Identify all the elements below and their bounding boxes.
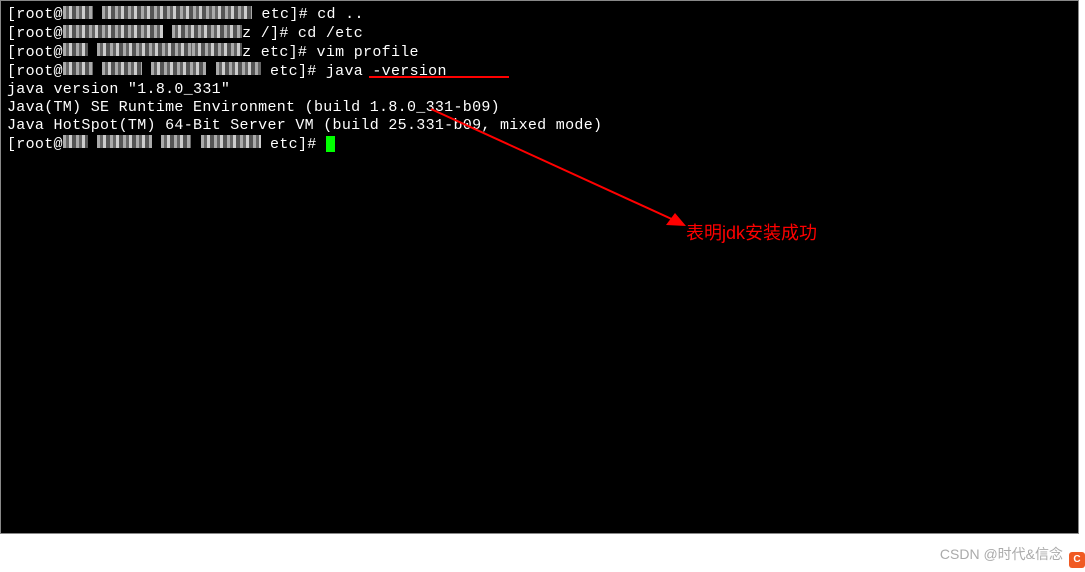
command-text: z etc]# vim profile — [242, 44, 419, 61]
prompt-text: [root@ — [7, 136, 63, 153]
command-text: z /]# cd /etc — [242, 25, 363, 42]
annotation-label: 表明jdk安装成功 — [686, 219, 817, 245]
command-text: etc]# cd .. — [252, 6, 364, 23]
cursor-icon — [326, 136, 335, 152]
terminal-line: [root@ etc]# cd .. — [1, 1, 1078, 24]
watermark-text: CSDN @时代&信念 — [940, 544, 1063, 564]
csdn-logo-icon: C — [1069, 552, 1085, 568]
terminal-line: [root@ z etc]# vim profile — [1, 43, 1078, 62]
terminal-line: [root@ etc]# java -version — [1, 62, 1078, 81]
terminal-output: Java(TM) SE Runtime Environment (build 1… — [1, 99, 1078, 117]
prompt-suffix: etc]# — [261, 136, 326, 153]
prompt-text: [root@ — [7, 6, 63, 23]
terminal-window[interactable]: [root@ etc]# cd .. [root@ z /]# cd /etc … — [0, 0, 1079, 534]
terminal-line: [root@ z /]# cd /etc — [1, 24, 1078, 43]
red-underline-annotation — [369, 76, 509, 78]
terminal-output: java version "1.8.0_331" — [1, 81, 1078, 99]
terminal-line: [root@ etc]# — [1, 135, 1078, 154]
prompt-text: [root@ — [7, 44, 63, 61]
prompt-text: [root@ — [7, 25, 63, 42]
terminal-output: Java HotSpot(TM) 64-Bit Server VM (build… — [1, 117, 1078, 135]
prompt-text: [root@ — [7, 63, 63, 80]
